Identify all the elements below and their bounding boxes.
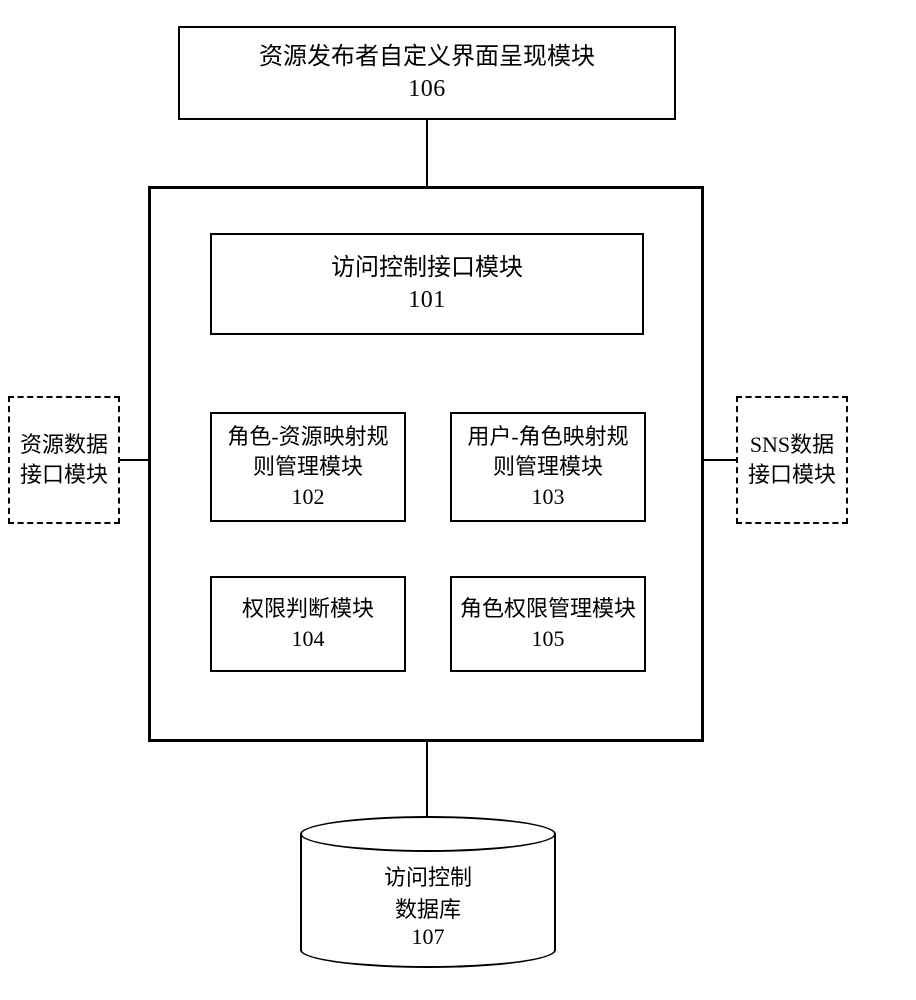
module-permission-judgment: 权限判断模块 104 <box>210 576 406 672</box>
module-user-role-mapping: 用户-角色映射规 则管理模块 103 <box>450 412 646 522</box>
module-101-num: 101 <box>408 284 446 316</box>
db-top <box>300 816 556 852</box>
db-num: 107 <box>300 924 556 950</box>
module-103-num: 103 <box>532 482 565 512</box>
module-102-line2: 则管理模块 <box>253 452 363 482</box>
module-left-line2: 接口模块 <box>20 460 108 490</box>
module-104-label: 权限判断模块 <box>242 594 374 624</box>
module-101-label: 访问控制接口模块 <box>331 252 523 284</box>
module-104-num: 104 <box>292 624 325 654</box>
connector-left-main <box>120 459 148 461</box>
connector-top-main <box>426 120 428 186</box>
database-access-control: 访问控制 数据库 107 <box>300 816 556 968</box>
db-label-line1: 访问控制 <box>300 860 556 892</box>
module-role-permission-management: 角色权限管理模块 105 <box>450 576 646 672</box>
diagram-canvas: 资源发布者自定义界面呈现模块 106 访问控制接口模块 101 角色-资源映射规… <box>0 0 916 1000</box>
module-access-control-interface: 访问控制接口模块 101 <box>210 233 644 335</box>
module-custom-ui-presentation: 资源发布者自定义界面呈现模块 106 <box>178 26 676 120</box>
db-label-group: 访问控制 数据库 107 <box>300 860 556 950</box>
connector-right-main <box>704 459 736 461</box>
module-left-line1: 资源数据 <box>20 430 108 460</box>
module-resource-data-interface: 资源数据 接口模块 <box>8 396 120 524</box>
connector-main-db <box>426 742 428 818</box>
module-102-num: 102 <box>292 482 325 512</box>
module-role-resource-mapping: 角色-资源映射规 则管理模块 102 <box>210 412 406 522</box>
module-custom-ui-presentation-label: 资源发布者自定义界面呈现模块 <box>259 41 595 73</box>
module-custom-ui-presentation-num: 106 <box>408 73 446 105</box>
module-sns-data-interface: SNS数据 接口模块 <box>736 396 848 524</box>
module-103-line1: 用户-角色映射规 <box>467 422 628 452</box>
db-label-line2: 数据库 <box>300 892 556 924</box>
module-105-num: 105 <box>532 624 565 654</box>
module-right-line2: 接口模块 <box>748 460 836 490</box>
module-103-line2: 则管理模块 <box>493 452 603 482</box>
module-right-line1: SNS数据 <box>750 430 834 460</box>
module-105-label: 角色权限管理模块 <box>460 594 636 624</box>
module-102-line1: 角色-资源映射规 <box>227 422 388 452</box>
